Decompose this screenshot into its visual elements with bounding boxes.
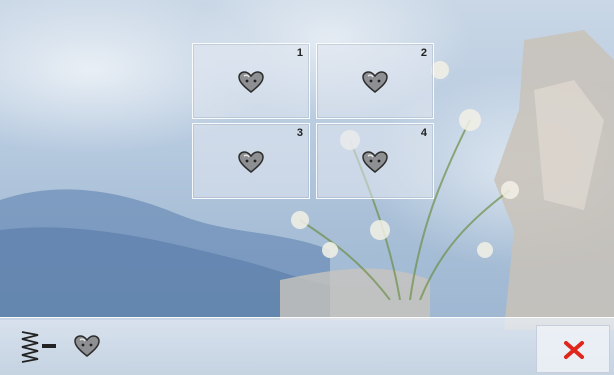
heart-icon [238, 151, 264, 173]
tile-number: 1 [296, 47, 303, 59]
pattern-tile-2[interactable]: 2 [316, 43, 434, 119]
pattern-tile-1[interactable]: 1 [192, 43, 310, 119]
tile-number: 3 [296, 127, 303, 139]
pattern-tile-4[interactable]: 4 [316, 123, 434, 199]
close-icon [564, 341, 584, 359]
selected-heart-icon [74, 335, 100, 357]
tile-number: 4 [420, 127, 427, 139]
heart-icon [238, 71, 264, 93]
tile-number: 2 [420, 47, 427, 59]
heart-icon [362, 71, 388, 93]
heart-icon [362, 151, 388, 173]
close-button[interactable] [536, 325, 610, 373]
bottom-bar [0, 317, 614, 375]
pattern-tile-3[interactable]: 3 [192, 123, 310, 199]
zigzag-stitch-icon [21, 331, 56, 363]
